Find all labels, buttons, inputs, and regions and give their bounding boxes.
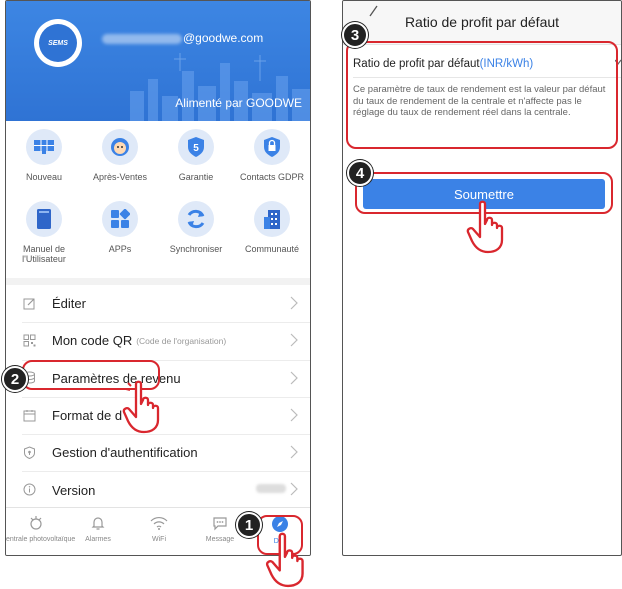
chevron-right-icon bbox=[290, 296, 298, 310]
tab-label: WiFi bbox=[152, 536, 166, 543]
step-badge: 4 bbox=[347, 160, 373, 186]
menu-item-label: Version bbox=[52, 482, 96, 498]
community-building-icon bbox=[254, 201, 290, 237]
gdpr-lock-icon bbox=[254, 129, 290, 165]
powered-by-text: Alimenté par GOODWE bbox=[175, 96, 302, 110]
menu-item-qr-code[interactable]: Mon code QR (Code de l'organisation) bbox=[6, 322, 310, 359]
tile-communaute[interactable]: Communauté bbox=[234, 201, 310, 254]
tab-label: Alarmes bbox=[85, 536, 111, 543]
svg-text:5: 5 bbox=[193, 143, 199, 154]
nav-header: Ratio de profit par défaut bbox=[343, 1, 621, 45]
tile-label: Garantie bbox=[178, 172, 214, 182]
feature-grid: Nouveau Après-Ventes 5 Garantie Contacts… bbox=[6, 121, 310, 278]
customer-service-icon bbox=[102, 129, 138, 165]
tile-label: Communauté bbox=[244, 244, 300, 254]
callout-profit-ratio-field bbox=[346, 41, 618, 149]
city-skyline-illustration bbox=[130, 53, 310, 121]
tile-garantie[interactable]: 5 Garantie bbox=[158, 129, 234, 182]
version-number-redacted bbox=[256, 484, 286, 494]
tile-label: APPs bbox=[108, 244, 132, 254]
tab-label: Message bbox=[205, 536, 235, 543]
auth-shield-icon bbox=[22, 446, 36, 460]
menu-item-label: Éditer bbox=[52, 296, 86, 312]
manual-book-icon bbox=[26, 201, 62, 237]
avatar[interactable]: SEMS bbox=[34, 19, 82, 67]
menu-item-label: Format de d bbox=[52, 408, 123, 424]
step-badge: 2 bbox=[2, 366, 28, 392]
wifi-icon bbox=[150, 517, 168, 530]
bell-icon bbox=[91, 517, 105, 530]
tab-label: entrale photovoltaïque bbox=[6, 536, 76, 543]
avatar-label: SEMS bbox=[48, 39, 68, 47]
tab-alarms[interactable]: Alarmes bbox=[68, 515, 128, 543]
pointing-hand-icon bbox=[265, 532, 304, 588]
apps-grid-icon bbox=[102, 201, 138, 237]
tile-label: Après-Ventes bbox=[92, 172, 148, 182]
tile-synchroniser[interactable]: Synchroniser bbox=[158, 201, 234, 254]
tile-apps[interactable]: APPs bbox=[82, 201, 158, 254]
email-redacted bbox=[102, 34, 182, 44]
profile-header: SEMS @goodwe.com Alimenté par GOODWE bbox=[6, 1, 310, 121]
menu-item-label: Gestion d'authentification bbox=[52, 445, 198, 461]
calendar-icon bbox=[22, 409, 36, 423]
edit-icon bbox=[22, 297, 36, 311]
qr-code-icon bbox=[22, 334, 36, 348]
chevron-right-icon bbox=[290, 483, 298, 496]
sync-icon bbox=[178, 201, 214, 237]
sems-cloud-icon: SEMS bbox=[39, 24, 77, 62]
menu-item-authentication[interactable]: Gestion d'authentification bbox=[6, 434, 310, 471]
tile-nouveau[interactable]: Nouveau bbox=[6, 129, 82, 182]
step-badge: 1 bbox=[236, 512, 262, 538]
menu-item-label: Mon code QR bbox=[52, 333, 133, 349]
pointing-hand-icon bbox=[122, 380, 160, 434]
menu-item-sublabel: (Code de l'organisation) bbox=[136, 335, 227, 346]
tile-manuel[interactable]: Manuel de l'Utilisateur bbox=[6, 201, 82, 264]
plant-icon bbox=[30, 516, 42, 530]
chevron-right-icon bbox=[290, 408, 298, 422]
tile-apres-ventes[interactable]: Après-Ventes bbox=[82, 129, 158, 182]
tile-contacts-gdpr[interactable]: Contacts GDPR bbox=[234, 129, 310, 182]
tab-plant[interactable]: entrale photovoltaïque bbox=[6, 515, 76, 543]
chevron-right-icon bbox=[290, 333, 298, 347]
warranty-shield-icon: 5 bbox=[178, 129, 214, 165]
tile-label: Contacts GDPR bbox=[239, 172, 305, 182]
account-email: @goodwe.com bbox=[183, 31, 264, 45]
tile-label: Nouveau bbox=[25, 172, 63, 182]
chevron-right-icon bbox=[290, 371, 298, 385]
page-title: Ratio de profit par défaut bbox=[404, 14, 560, 30]
info-icon bbox=[22, 483, 36, 497]
tile-label: Synchroniser bbox=[169, 244, 223, 254]
menu-item-edit[interactable]: Éditer bbox=[6, 285, 310, 322]
pointing-hand-icon bbox=[466, 200, 504, 254]
solar-panel-icon bbox=[26, 129, 62, 165]
settings-screen: SEMS @goodwe.com Alimenté par GOODWE Nou… bbox=[5, 0, 311, 556]
tile-label: Manuel de l'Utilisateur bbox=[22, 244, 66, 264]
menu-item-version[interactable]: Version bbox=[6, 471, 310, 508]
message-icon bbox=[213, 517, 227, 531]
tab-wifi[interactable]: WiFi bbox=[129, 515, 189, 543]
chevron-right-icon bbox=[290, 445, 298, 459]
step-badge: 3 bbox=[342, 22, 368, 48]
